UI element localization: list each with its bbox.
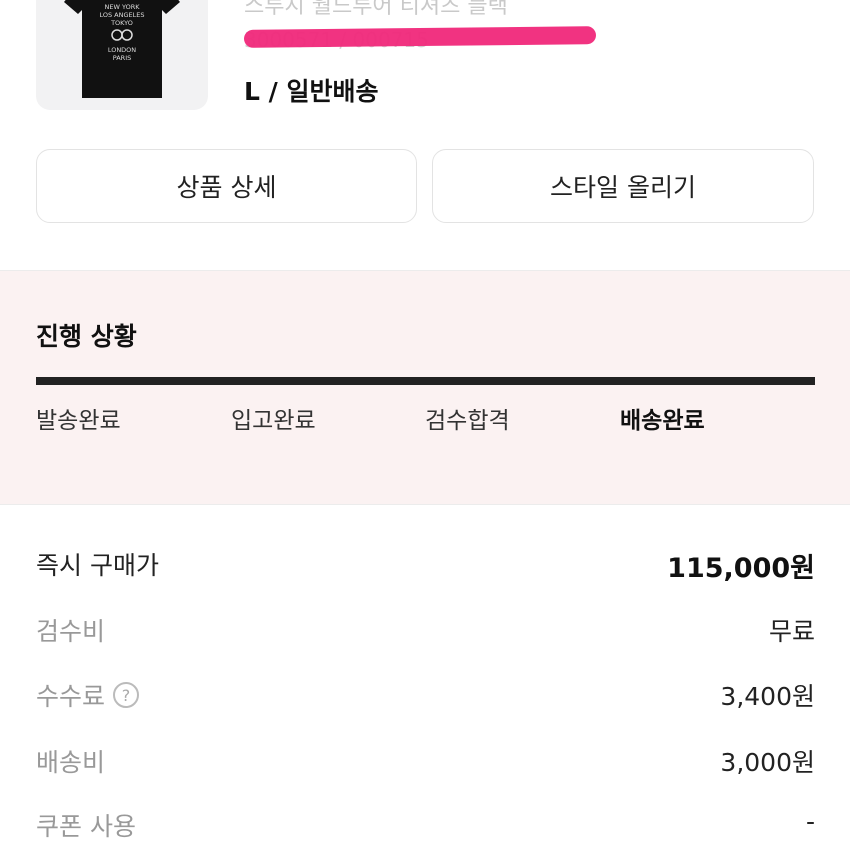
tshirt-print-text: PARIS [113,54,132,62]
price-value: 3,400원 [720,682,815,711]
progress-step-received: 입고완료 [231,408,316,434]
post-style-button[interactable]: 스타일 올리기 [432,149,814,223]
progress-title: 진행 상황 [36,322,137,351]
price-value: 3,000원 [720,748,815,777]
price-value: - [805,807,815,836]
tshirt-print-text: LONDON [108,46,136,54]
product-header: NEW YORK LOS ANGELES TOKYO LONDON PARIS … [0,0,850,140]
progress-step-shipped: 발송완료 [36,408,121,434]
price-value: 115,000원 [667,553,815,584]
product-detail-button[interactable]: 상품 상세 [36,149,417,223]
price-row-commission: 수수료 ? 3,400원 [36,677,815,717]
product-thumbnail[interactable]: NEW YORK LOS ANGELES TOKYO LONDON PARIS [36,0,208,110]
tshirt-print-text: TOKYO [110,19,133,27]
help-icon[interactable]: ? [113,682,140,708]
progress-bar [36,377,815,385]
price-label-with-help: 수수료 ? [36,677,140,713]
progress-step-inspected: 검수합격 [425,408,510,434]
price-value: 무료 [768,617,815,646]
price-label: 검수비 [36,617,106,646]
progress-section: 진행 상황 발송완료 입고완료 검수합격 배송완료 [0,270,850,505]
price-row-inspection-fee: 검수비 무료 [36,612,815,652]
price-label: 수수료 [36,682,106,711]
price-row-shipping-fee: 배송비 3,000원 [36,743,815,783]
price-label: 즉시 구매가 [36,551,159,580]
price-row-coupon: 쿠폰 사용 - [36,807,815,847]
progress-step-delivered: 배송완료 [620,408,705,434]
price-label: 쿠폰 사용 [36,812,136,841]
price-row-buy-now: 즉시 구매가 115,000원 [36,546,815,586]
redaction-mark [243,26,597,48]
tshirt-print-text: LOS ANGELES [99,11,144,19]
product-name: 스투시 월드투어 티셔츠 블랙 [244,0,508,19]
price-label: 배송비 [36,748,106,777]
tshirt-print-text: NEW YORK [105,3,141,11]
product-option: L / 일반배송 [244,77,379,106]
tshirt-image: NEW YORK LOS ANGELES TOKYO LONDON PARIS [64,0,180,98]
